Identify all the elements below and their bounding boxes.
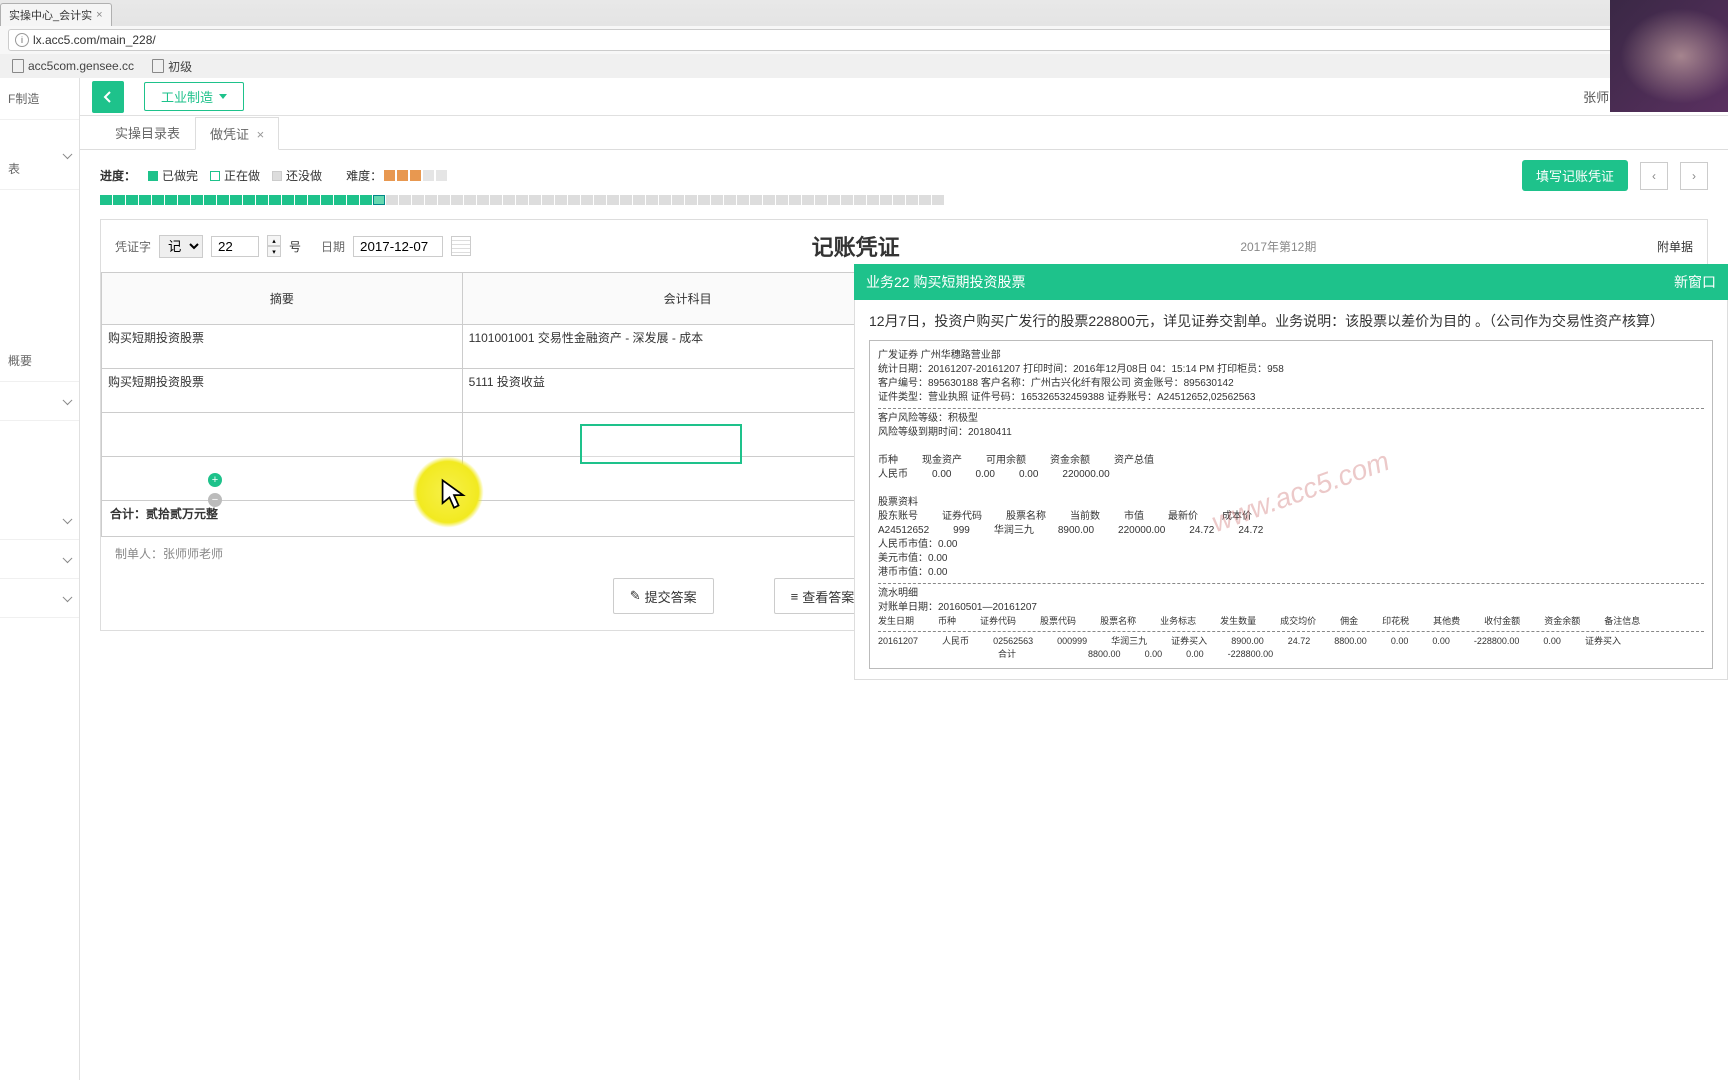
close-icon[interactable]: × <box>96 9 102 21</box>
bookmarks-bar: acc5com.gensee.cc 初级 <box>0 54 1728 78</box>
browser-tab[interactable]: 实操中心_会计实 × <box>0 3 112 26</box>
legend-doing: 正在做 <box>210 167 260 184</box>
summary-cell[interactable] <box>102 413 463 457</box>
col-account: 会计科目 <box>462 273 913 325</box>
stack-icon: ≡ <box>791 589 799 604</box>
sidebar-expand[interactable] <box>0 579 79 618</box>
account-cell[interactable]: 5111 投资收益 <box>462 369 913 413</box>
period-label: 2017年第12期 <box>1240 238 1316 255</box>
sidebar-expand[interactable] <box>0 540 79 579</box>
active-amount-input[interactable] <box>580 424 742 464</box>
task-description: 12月7日，投资户购买广发行的股票228800元，详见证券交割单。业务说明：该股… <box>869 310 1713 332</box>
file-icon <box>12 59 24 73</box>
file-icon <box>152 59 164 73</box>
sidebar-expand[interactable] <box>0 382 79 421</box>
row-buttons: + − <box>208 473 222 507</box>
inner-tabs: 实操目录表 做凭证 × <box>80 116 1728 150</box>
progress-label: 进度： <box>100 167 136 184</box>
sidebar-item[interactable]: F制造 <box>0 78 79 120</box>
legend-done: 已做完 <box>148 167 198 184</box>
total-label: 合计：贰拾贰万元整 <box>102 501 914 537</box>
pencil-icon: ✎ <box>630 588 641 604</box>
date-input[interactable] <box>353 236 443 257</box>
sidebar-item[interactable]: 表 <box>0 120 79 190</box>
prev-button[interactable]: ‹ <box>1640 162 1668 190</box>
browser-tabs: 实操中心_会计实 × <box>0 0 1728 26</box>
task-panel: 业务22 购买短期投资股票 新窗口 12月7日，投资户购买广发行的股票22880… <box>854 264 1728 680</box>
summary-cell[interactable]: 购买短期投资股票 <box>102 369 463 413</box>
browser-chrome: 实操中心_会计实 × i lx.acc5.com/main_228/ acc5c… <box>0 0 1728 78</box>
submit-answer-button[interactable]: ✎提交答案 <box>613 578 714 614</box>
sidebar: F制造 表 概要 <box>0 78 80 1080</box>
delete-row-button[interactable]: − <box>208 493 222 507</box>
number-stepper[interactable]: ▴▾ <box>267 235 281 257</box>
date-label: 日期 <box>321 238 345 255</box>
add-row-button[interactable]: + <box>208 473 222 487</box>
bookmark-item[interactable]: acc5com.gensee.cc <box>12 59 134 73</box>
task-header: 业务22 购买短期投资股票 新窗口 <box>854 264 1728 300</box>
address-bar-row: i lx.acc5.com/main_228/ <box>0 26 1728 54</box>
close-icon[interactable]: × <box>257 127 265 142</box>
progress-cells <box>80 195 1728 213</box>
topbar: 工业制造 张师师老师 (SVIP会员) <box>80 78 1728 116</box>
new-window-button[interactable]: 新窗口 <box>1674 272 1716 292</box>
sidebar-expand[interactable] <box>0 501 79 540</box>
difficulty: 难度： <box>346 167 447 184</box>
sidebar-item[interactable]: 概要 <box>0 340 79 382</box>
voucher-type-select[interactable]: 记 <box>159 235 203 258</box>
calendar-icon[interactable] <box>451 236 471 256</box>
voucher-number-input[interactable] <box>211 236 259 257</box>
voucher-type-label: 凭证字 <box>115 238 151 255</box>
summary-cell[interactable]: 购买短期投资股票 <box>102 325 463 369</box>
next-button[interactable]: › <box>1680 162 1708 190</box>
legend-todo: 还没做 <box>272 167 322 184</box>
task-body: 12月7日，投资户购买广发行的股票228800元，详见证券交割单。业务说明：该股… <box>854 300 1728 680</box>
summary-cell[interactable] <box>102 457 463 501</box>
toolbar: 进度： 已做完 正在做 还没做 难度： 填写记账凭证 ‹ › <box>80 150 1728 195</box>
industry-dropdown[interactable]: 工业制造 <box>144 82 244 111</box>
tab-directory[interactable]: 实操目录表 <box>100 116 195 149</box>
attachment-label: 附单据 <box>1657 238 1693 255</box>
chevron-left-icon <box>101 90 115 104</box>
collapse-sidebar-button[interactable] <box>92 81 124 113</box>
address-bar[interactable]: i lx.acc5.com/main_228/ <box>8 29 1720 51</box>
voucher-title: 记账凭证 <box>812 230 900 262</box>
receipt-image: www.acc5.com 广发证券 广州华穗路营业部 统计日期：20161207… <box>869 340 1713 669</box>
tab-voucher[interactable]: 做凭证 × <box>195 117 279 150</box>
url-text: lx.acc5.com/main_228/ <box>33 33 156 47</box>
webcam-overlay <box>1610 0 1728 112</box>
account-cell[interactable]: 1101001001 交易性金融资产 - 深发展 - 成本 <box>462 325 913 369</box>
tab-title: 实操中心_会计实 <box>9 7 92 23</box>
num-suffix: 号 <box>289 238 301 255</box>
bookmark-item[interactable]: 初级 <box>152 58 192 75</box>
col-summary: 摘要 <box>102 273 463 325</box>
fill-voucher-button[interactable]: 填写记账凭证 <box>1522 160 1628 191</box>
site-info-icon[interactable]: i <box>15 33 29 47</box>
